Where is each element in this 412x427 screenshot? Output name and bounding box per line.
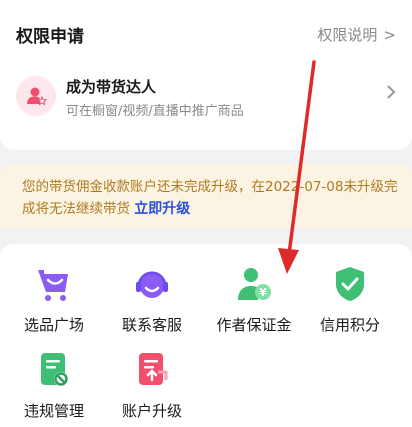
chevron-right-icon: >	[383, 25, 396, 44]
talent-subtitle: 可在橱窗/视频/直播中推广商品	[66, 104, 244, 119]
user-yuan-icon: ¥	[238, 268, 271, 300]
permission-card: 权限申请 权限说明 > 成为带货达人 可在橱窗/视频/直播中推广商品	[0, 0, 412, 150]
grid-item-product-market[interactable]: 选品广场	[6, 264, 102, 344]
grid-item-contact-service[interactable]: 联系客服	[104, 264, 200, 344]
notice-message: 您的带货佣金收款账户还未完成升级，在2022-07-08未升级完成将无法继续带货	[22, 179, 398, 217]
svg-text:¥: ¥	[259, 286, 267, 299]
doc-upgrade-icon	[139, 353, 168, 385]
chevron-right-icon	[386, 84, 396, 105]
section-title: 权限申请	[16, 27, 84, 47]
explain-label: 权限说明	[317, 26, 378, 44]
headset-icon	[136, 271, 168, 298]
grid-item-author-deposit[interactable]: ¥ 作者保证金	[202, 264, 306, 344]
grid-label: 联系客服	[121, 316, 182, 334]
doc-ban-icon	[41, 353, 68, 386]
upgrade-notice: 您的带货佣金收款账户还未完成升级，在2022-07-08未升级完成将无法继续带货…	[0, 164, 412, 228]
user-star-icon	[16, 76, 56, 116]
grid-label: 作者保证金	[216, 316, 292, 334]
grid-label: 选品广场	[23, 316, 84, 334]
cart-icon	[38, 270, 68, 301]
shield-check-icon	[336, 267, 364, 301]
grid-item-account-upgrade[interactable]: 账户升级	[104, 350, 200, 427]
talent-title: 成为带货达人	[66, 78, 157, 96]
upgrade-now-link[interactable]: 立即升级	[134, 201, 190, 217]
grid-label: 违规管理	[23, 402, 84, 420]
become-talent-row[interactable]: 成为带货达人 可在橱窗/视频/直播中推广商品	[0, 66, 412, 130]
grid-item-violation-management[interactable]: 违规管理	[6, 350, 102, 427]
permission-explain-link[interactable]: 权限说明 >	[317, 24, 396, 45]
grid-item-credit-score[interactable]: 信用积分	[302, 264, 398, 344]
notice-text: 您的带货佣金收款账户还未完成升级，在2022-07-08未升级完成将无法继续带货…	[22, 176, 402, 220]
tools-grid: 选品广场 联系客服 ¥ 作者保证金 信用积分 违规管理 账户升级	[0, 244, 412, 427]
grid-label: 账户升级	[121, 402, 182, 420]
grid-label: 信用积分	[319, 316, 380, 334]
